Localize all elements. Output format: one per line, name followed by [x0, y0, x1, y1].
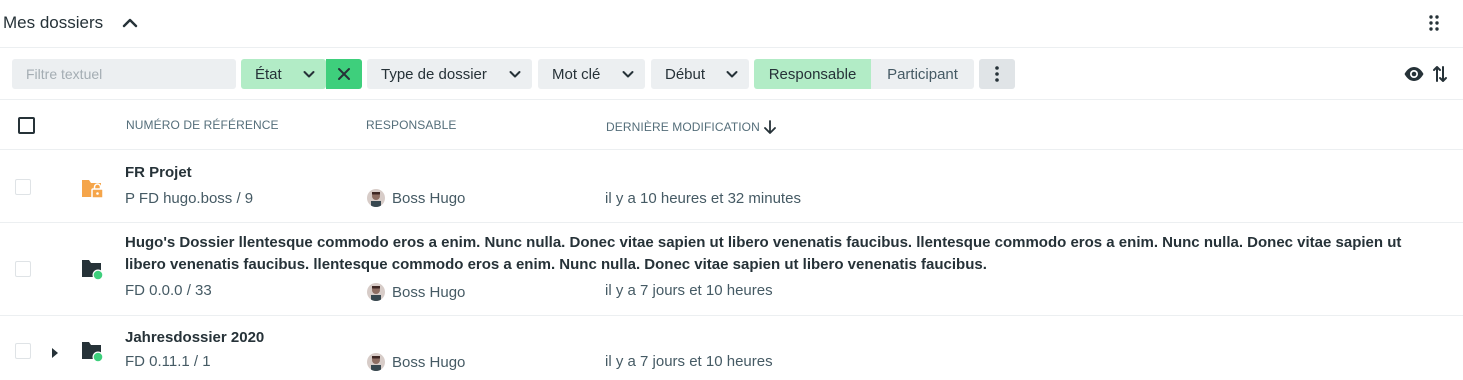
- chevron-down-icon: [622, 71, 634, 78]
- responsible-person: Boss Hugo: [367, 189, 465, 207]
- table-row[interactable]: FR Projet P FD hugo.boss / 9 Boss Hugo i…: [0, 150, 1463, 223]
- responsible-person: Boss Hugo: [367, 353, 465, 371]
- state-filter-chip[interactable]: État: [241, 59, 326, 89]
- dossier-type-filter-label: Type de dossier: [381, 65, 487, 83]
- dossier-reference: FD 0.0.0 / 33: [125, 282, 212, 299]
- drag-grip-icon[interactable]: [1424, 12, 1444, 34]
- avatar: [367, 283, 385, 301]
- chevron-down-icon: [509, 71, 521, 78]
- active-folder-icon: [80, 258, 106, 282]
- participant-segment-button[interactable]: Participant: [871, 59, 974, 89]
- dossier-name[interactable]: Hugo's Dossier llentesque commodo eros a…: [125, 232, 1433, 276]
- more-vertical-icon: [995, 66, 999, 82]
- column-header-last-modified[interactable]: DERNIÈRE MODIFICATION: [606, 118, 778, 135]
- arrow-down-icon: [763, 120, 776, 134]
- avatar: [367, 189, 385, 207]
- dossier-type-filter-chip[interactable]: Type de dossier: [367, 59, 532, 89]
- clear-state-filter-button[interactable]: [326, 59, 362, 89]
- eye-icon[interactable]: [1403, 65, 1425, 83]
- chevron-down-icon: [726, 71, 738, 78]
- avatar: [367, 353, 385, 371]
- section-title: Mes dossiers: [3, 13, 104, 32]
- row-checkbox[interactable]: [15, 261, 31, 277]
- filter-bar: État Type de dossier Mot clé Début Respo…: [0, 49, 1463, 100]
- row-checkbox[interactable]: [15, 343, 31, 359]
- column-header-last-modified-label: DERNIÈRE MODIFICATION: [606, 119, 760, 134]
- start-filter-label: Début: [665, 65, 706, 83]
- chevron-up-icon[interactable]: [119, 12, 141, 34]
- responsible-segment-button[interactable]: Responsable: [754, 59, 871, 89]
- sort-icon[interactable]: [1432, 64, 1448, 84]
- table-row[interactable]: Jahresdossier 2020 FD 0.11.1 / 1 Boss Hu…: [0, 316, 1463, 380]
- last-modified-text: il y a 10 heures et 32 minutes: [605, 190, 801, 207]
- responsible-name: Boss Hugo: [392, 283, 466, 301]
- dossier-name[interactable]: FR Projet: [125, 162, 1433, 184]
- keyword-filter-chip[interactable]: Mot clé: [538, 59, 645, 89]
- keyword-filter-label: Mot clé: [552, 65, 601, 83]
- more-options-button[interactable]: [979, 59, 1015, 89]
- locked-folder-icon: [80, 177, 106, 201]
- table-header: NUMÉRO DE RÉFÉRENCE RESPONSABLE DERNIÈRE…: [0, 101, 1463, 150]
- state-filter-label: État: [255, 65, 282, 83]
- expand-row-icon[interactable]: [50, 346, 60, 358]
- row-checkbox[interactable]: [15, 179, 31, 195]
- column-header-responsible[interactable]: RESPONSABLE: [366, 118, 456, 132]
- last-modified-text: il y a 7 jours et 10 heures: [605, 353, 773, 370]
- responsible-person: Boss Hugo: [367, 283, 465, 301]
- responsible-name: Boss Hugo: [392, 189, 466, 207]
- close-icon: [338, 68, 350, 80]
- dossier-name[interactable]: Jahresdossier 2020: [125, 327, 1433, 349]
- responsible-name: Boss Hugo: [392, 353, 466, 371]
- start-filter-chip[interactable]: Début: [651, 59, 749, 89]
- last-modified-text: il y a 7 jours et 10 heures: [605, 282, 773, 299]
- table-row[interactable]: Hugo's Dossier llentesque commodo eros a…: [0, 223, 1463, 316]
- text-filter-input[interactable]: [12, 59, 236, 89]
- dossier-reference: FD 0.11.1 / 1: [125, 353, 211, 370]
- column-header-reference[interactable]: NUMÉRO DE RÉFÉRENCE: [126, 118, 279, 132]
- select-all-checkbox[interactable]: [18, 117, 35, 134]
- chevron-down-icon: [303, 71, 315, 78]
- section-header: Mes dossiers: [0, 0, 1463, 48]
- dossier-reference: P FD hugo.boss / 9: [125, 190, 254, 207]
- active-folder-icon: [80, 340, 106, 364]
